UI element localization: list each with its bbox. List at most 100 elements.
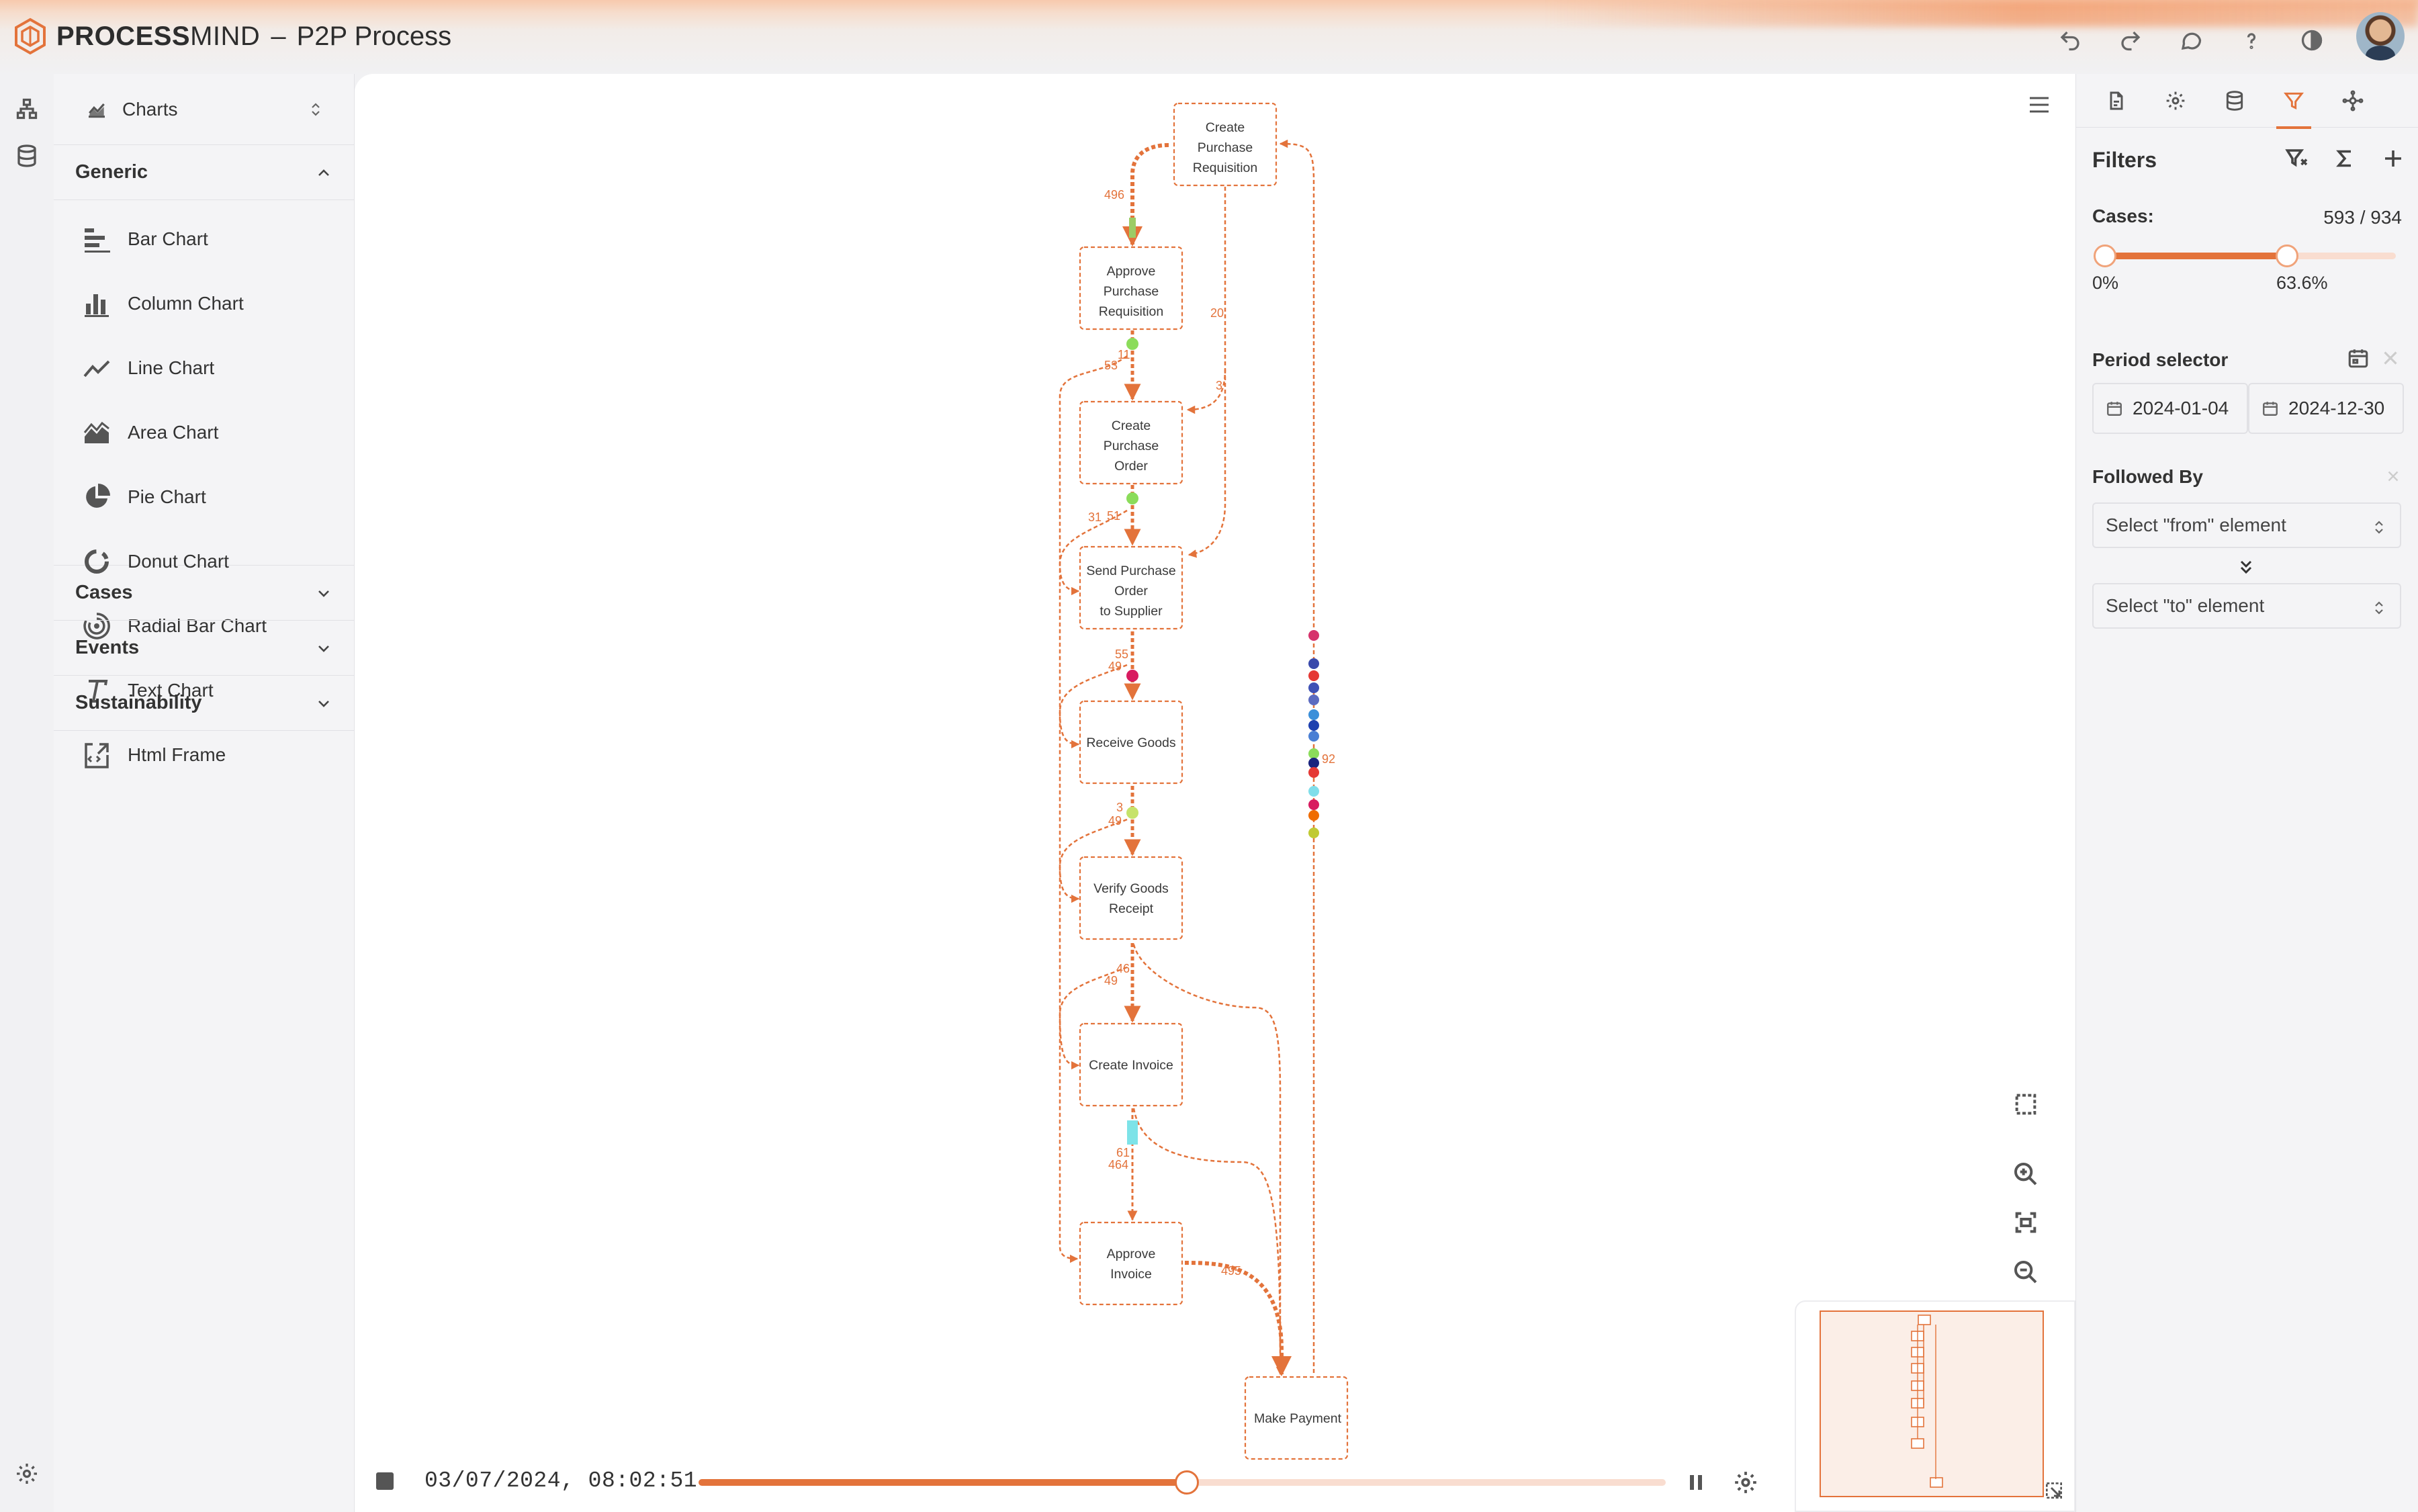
animation-timestamp: 03/07/2024, 08:02:51 <box>424 1468 698 1493</box>
timeline-thumb[interactable] <box>1175 1470 1200 1495</box>
redo-icon[interactable] <box>2114 24 2147 56</box>
section-sustainability[interactable]: Sustainability <box>54 676 354 731</box>
token <box>1127 1120 1138 1145</box>
to-element-select[interactable]: Select "to" element <box>2092 583 2401 629</box>
node-verify-goods[interactable] <box>1079 856 1183 940</box>
edge-label: 20 <box>1210 306 1224 320</box>
chart-item-pie[interactable]: Pie Chart <box>54 465 354 529</box>
filter-icon <box>2284 92 2304 109</box>
chart-item-area[interactable]: Area Chart <box>54 400 354 465</box>
database-icon <box>2226 90 2243 111</box>
node-label: Purchase <box>1104 284 1159 299</box>
zoom-in-icon[interactable] <box>2010 1158 2042 1190</box>
cases-range-slider[interactable] <box>2094 244 2396 267</box>
cases-max-percent: 63.6% <box>2276 273 2328 293</box>
chart-item-label: Html Frame <box>128 744 226 765</box>
token <box>1308 731 1319 742</box>
date-to-field[interactable]: 2024-12-30 <box>2248 383 2404 434</box>
section-events[interactable]: Events <box>54 621 354 676</box>
database-icon[interactable] <box>15 144 39 168</box>
chevron-down-icon <box>318 590 329 597</box>
token <box>1308 828 1319 838</box>
cases-label: Cases: <box>2092 206 2154 226</box>
user-avatar[interactable] <box>2356 12 2405 60</box>
token <box>1308 810 1319 821</box>
cases-range-max-thumb[interactable] <box>2275 244 2298 267</box>
node-approve-invoice[interactable] <box>1079 1221 1183 1306</box>
comment-icon[interactable] <box>2175 24 2207 56</box>
gear-icon <box>2166 91 2185 109</box>
tab-filters[interactable] <box>2274 81 2314 129</box>
bar-chart-icon <box>85 228 110 253</box>
calendar-preset-icon[interactable] <box>2347 347 2370 369</box>
edge-label: 464 <box>1108 1158 1128 1171</box>
edge-label: 31 <box>1088 510 1102 524</box>
token <box>1308 758 1319 768</box>
chevron-up-icon <box>318 169 329 176</box>
playback-settings-icon[interactable] <box>1733 1470 1758 1495</box>
document-icon <box>2110 91 2123 109</box>
help-icon[interactable] <box>2235 24 2268 56</box>
chart-item-line[interactable]: Line Chart <box>54 336 354 400</box>
chevron-up-down-icon <box>2375 601 2383 615</box>
section-cases[interactable]: Cases <box>54 566 354 621</box>
date-from-value: 2024-01-04 <box>2133 398 2229 418</box>
tab-settings[interactable] <box>2155 81 2196 121</box>
tab-document[interactable] <box>2096 81 2137 121</box>
add-filter-icon[interactable] <box>2381 146 2408 173</box>
sigma-icon[interactable] <box>2333 146 2360 173</box>
edge <box>1122 143 1169 247</box>
clear-filters-icon[interactable] <box>2284 146 2311 173</box>
calendar-icon <box>2263 402 2278 416</box>
theme-icon[interactable] <box>2296 24 2328 56</box>
node-label: Invoice <box>1110 1267 1152 1282</box>
chevron-up-down-icon <box>2375 521 2383 534</box>
chart-item-label: Line Chart <box>128 357 215 378</box>
cases-count: 593 / 934 <box>2323 207 2402 228</box>
edge-label: 49 <box>1108 814 1122 828</box>
close-icon[interactable] <box>2379 347 2402 369</box>
section-generic[interactable]: Generic <box>54 145 354 200</box>
token <box>1308 767 1319 778</box>
node-label: Create <box>1206 120 1245 135</box>
chevron-down-icon <box>318 701 329 707</box>
animation-timeline[interactable] <box>699 1470 1666 1495</box>
generic-chart-list: Bar Chart Column Chart Line Chart Area C… <box>54 200 354 768</box>
chart-item-html-frame[interactable]: Html Frame <box>54 723 354 787</box>
edge-label: 46 <box>1116 962 1130 975</box>
double-chevron-down-icon <box>2240 560 2252 574</box>
close-icon[interactable] <box>2384 468 2402 485</box>
selection-icon[interactable] <box>2010 1088 2042 1120</box>
timeline-progress <box>699 1479 1188 1486</box>
chart-type-selector[interactable]: Charts <box>54 74 354 145</box>
settings-icon[interactable] <box>15 1462 39 1486</box>
from-element-select[interactable]: Select "from" element <box>2092 502 2401 548</box>
panel-tabs <box>2076 74 2418 129</box>
node-label: Order <box>1114 584 1148 598</box>
chevron-down-icon <box>318 646 329 652</box>
tab-network[interactable] <box>2333 81 2373 121</box>
chevron-up-down-icon <box>312 103 320 116</box>
token <box>1308 670 1319 681</box>
zoom-out-icon[interactable] <box>2010 1256 2042 1288</box>
token <box>1308 695 1319 705</box>
process-map-canvas[interactable]: Create Purchase Requisition Approve Purc… <box>355 74 2075 1512</box>
brand[interactable]: PROCESSMIND – P2P Process <box>13 17 451 55</box>
cases-range-min-thumb[interactable] <box>2094 244 2116 267</box>
token <box>1126 492 1138 504</box>
chart-item-bar[interactable]: Bar Chart <box>54 207 354 271</box>
undo-icon[interactable] <box>2054 24 2086 56</box>
pause-icon[interactable] <box>1685 1471 1707 1494</box>
left-rail <box>0 74 54 1512</box>
stop-button[interactable] <box>376 1472 394 1490</box>
fit-view-icon[interactable] <box>2010 1206 2042 1239</box>
to-element-placeholder: Select "to" element <box>2106 595 2265 616</box>
tab-data[interactable] <box>2214 81 2255 121</box>
section-events-title: Events <box>75 637 140 658</box>
chart-item-column[interactable]: Column Chart <box>54 271 354 336</box>
app-header: PROCESSMIND – P2P Process <box>0 0 2418 74</box>
chart-selector-label: Charts <box>122 98 178 120</box>
process-flow-graph: Create Purchase Requisition Approve Purc… <box>1059 102 1349 1460</box>
date-from-field[interactable]: 2024-01-04 <box>2092 383 2248 434</box>
process-map-icon[interactable] <box>15 97 39 121</box>
